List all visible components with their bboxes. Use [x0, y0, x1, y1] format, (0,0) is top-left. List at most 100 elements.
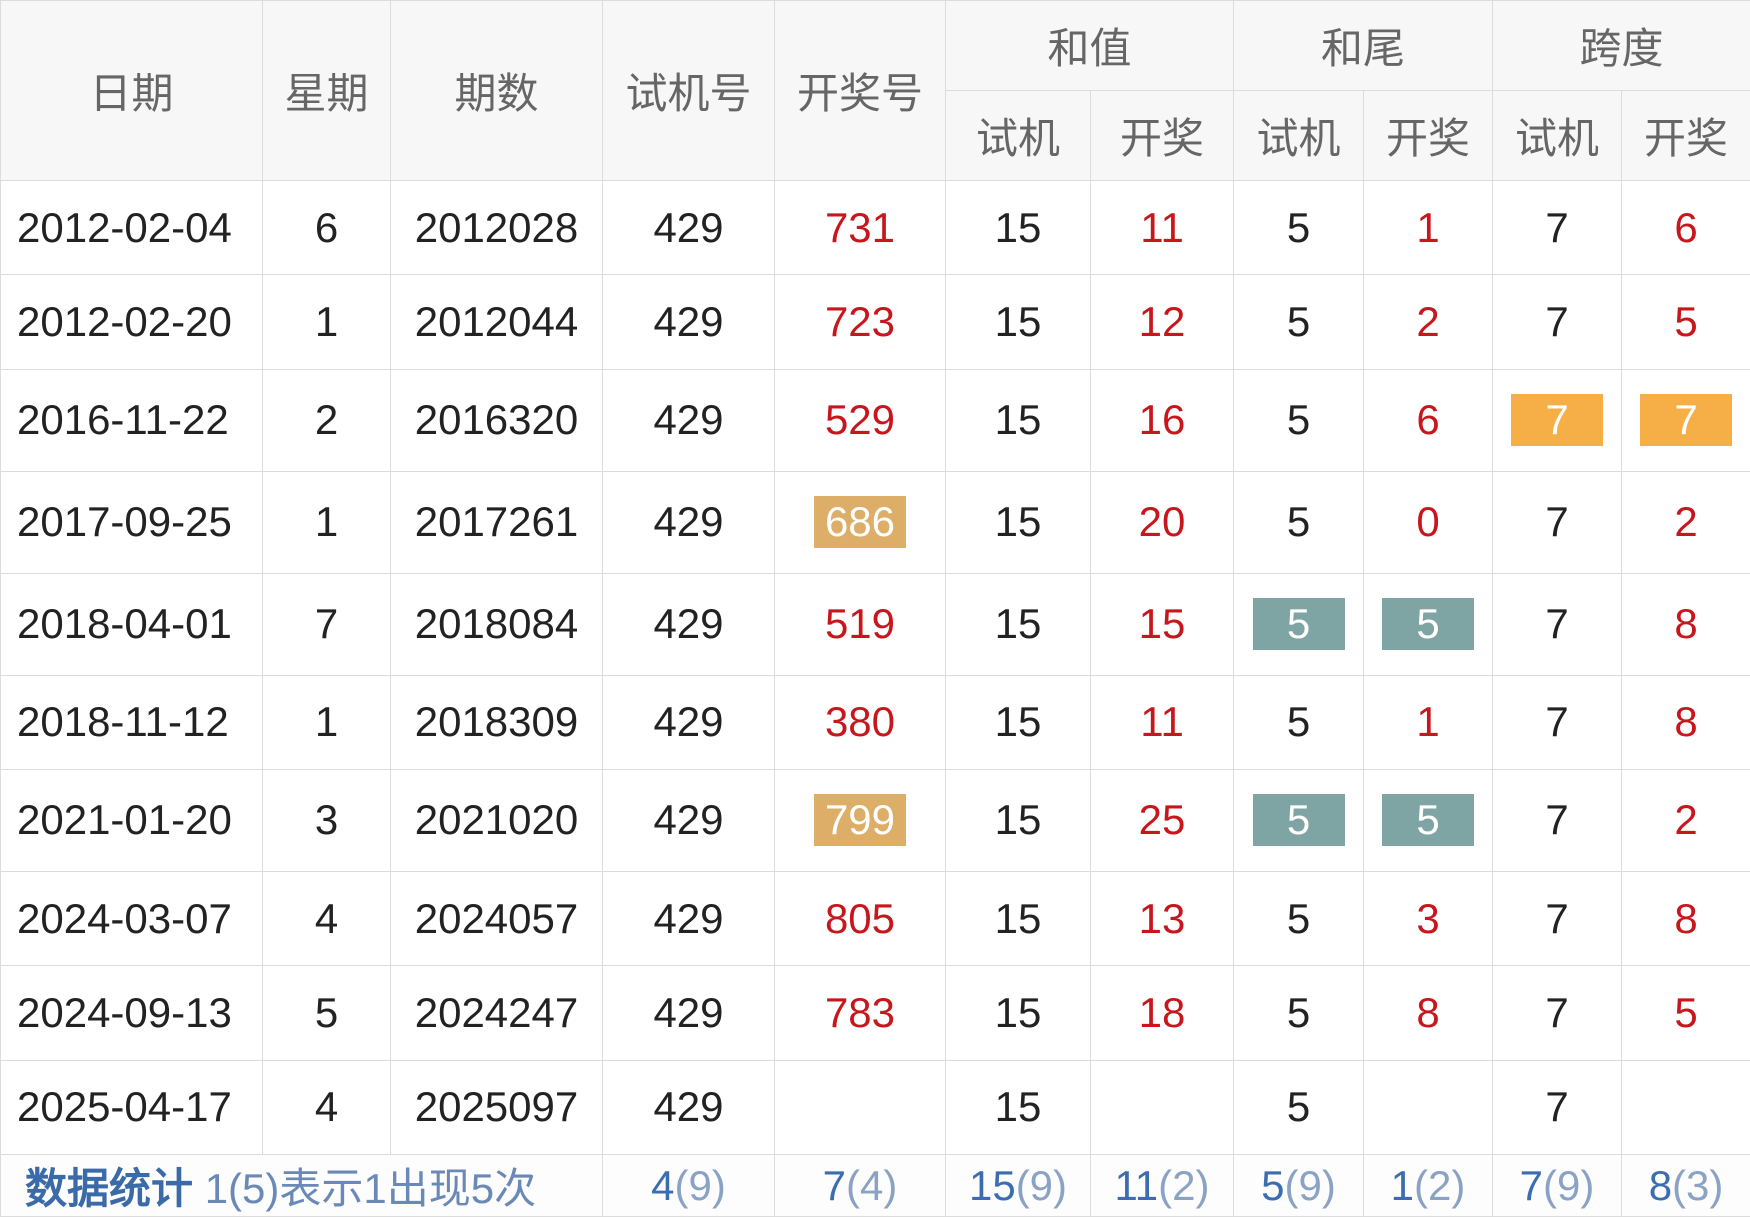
cell-period: 2016320 — [390, 368, 603, 472]
cell-weekday: 4 — [262, 870, 391, 967]
cell-span-trial: 7 — [1492, 965, 1623, 1061]
cell-sum-trial: 15 — [945, 274, 1091, 370]
header-period: 期数 — [390, 0, 603, 181]
cell-span-trial: 7 — [1492, 674, 1623, 770]
cell-trial: 429 — [602, 965, 775, 1061]
cell-sum-draw: 12 — [1089, 274, 1235, 370]
cell-weekday: 1 — [262, 470, 391, 574]
cell-weekday: 5 — [262, 965, 391, 1061]
stat-tail-trial: 5(9) — [1233, 1154, 1365, 1217]
highlight-badge: 7 — [1511, 394, 1604, 447]
cell-weekday: 1 — [262, 674, 391, 770]
cell-trial: 429 — [602, 368, 775, 472]
cell-tail-trial: 5 — [1233, 179, 1365, 276]
stats-label: 数据统计 1(5)表示1出现5次 — [0, 1154, 603, 1217]
stat-span-draw: 8(3) — [1621, 1154, 1750, 1217]
cell-weekday: 6 — [262, 179, 391, 276]
cell-tail-draw: 5 — [1363, 572, 1494, 676]
cell-draw — [774, 1059, 946, 1156]
cell-weekday: 7 — [262, 572, 391, 676]
cell-sum-trial: 15 — [945, 965, 1091, 1061]
cell-sum-draw: 13 — [1089, 870, 1235, 967]
cell-draw: 783 — [774, 965, 946, 1061]
cell-tail-draw: 3 — [1363, 870, 1494, 967]
cell-trial: 429 — [602, 274, 775, 370]
subheader-span-draw: 开奖 — [1621, 90, 1750, 181]
cell-date: 2025-04-17 — [0, 1059, 263, 1156]
cell-date: 2016-11-22 — [0, 368, 263, 472]
subheader-tail-trial: 试机 — [1233, 90, 1365, 181]
highlight-badge: 799 — [814, 794, 906, 847]
highlight-badge: 5 — [1252, 794, 1345, 847]
cell-tail-trial: 5 — [1233, 274, 1365, 370]
cell-period: 2024247 — [390, 965, 603, 1061]
highlight-badge: 7 — [1640, 394, 1733, 447]
cell-sum-trial: 15 — [945, 368, 1091, 472]
cell-sum-draw: 11 — [1089, 179, 1235, 276]
cell-tail-trial: 5 — [1233, 870, 1365, 967]
cell-date: 2018-11-12 — [0, 674, 263, 770]
cell-span-draw: 6 — [1621, 179, 1750, 276]
table-header: 日期 星期 期数 试机号 开奖号 和值 和尾 跨度 试机 开奖 试机 开奖 试机… — [0, 0, 1750, 181]
cell-weekday: 1 — [262, 274, 391, 370]
header-date: 日期 — [0, 0, 263, 181]
cell-date: 2012-02-04 — [0, 179, 263, 276]
cell-sum-draw: 20 — [1089, 470, 1235, 574]
cell-span-trial: 7 — [1492, 572, 1623, 676]
cell-tail-draw: 1 — [1363, 674, 1494, 770]
lottery-history-table: 日期 星期 期数 试机号 开奖号 和值 和尾 跨度 试机 开奖 试机 开奖 试机… — [0, 0, 1750, 1217]
cell-draw: 529 — [774, 368, 946, 472]
cell-span-trial: 7 — [1492, 179, 1623, 276]
cell-span-trial: 7 — [1492, 274, 1623, 370]
cell-sum-trial: 15 — [945, 470, 1091, 574]
cell-trial: 429 — [602, 179, 775, 276]
cell-period: 2018084 — [390, 572, 603, 676]
cell-sum-trial: 15 — [945, 768, 1091, 873]
cell-sum-draw — [1089, 1059, 1235, 1156]
cell-span-draw: 2 — [1621, 470, 1750, 574]
highlight-badge: 5 — [1382, 794, 1475, 847]
highlight-badge: 5 — [1382, 598, 1475, 651]
cell-date: 2018-04-01 — [0, 572, 263, 676]
cell-trial: 429 — [602, 1059, 775, 1156]
cell-tail-trial: 5 — [1233, 965, 1365, 1061]
cell-date: 2021-01-20 — [0, 768, 263, 873]
stat-sum-draw: 11(2) — [1089, 1154, 1235, 1217]
cell-date: 2024-09-13 — [0, 965, 263, 1061]
cell-period: 2012044 — [390, 274, 603, 370]
cell-span-trial: 7 — [1492, 1059, 1623, 1156]
stats-footer: 数据统计 1(5)表示1出现5次 4(9) 7(4) 15(9) 11(2) 5… — [0, 1154, 1750, 1217]
cell-tail-draw: 2 — [1363, 274, 1494, 370]
cell-sum-draw: 11 — [1089, 674, 1235, 770]
header-weekday: 星期 — [262, 0, 391, 181]
header-draw-number: 开奖号 — [774, 0, 946, 181]
stat-sum-trial: 15(9) — [945, 1154, 1091, 1217]
cell-tail-draw: 0 — [1363, 470, 1494, 574]
stat-span-trial: 7(9) — [1492, 1154, 1623, 1217]
cell-trial: 429 — [602, 572, 775, 676]
cell-span-draw — [1621, 1059, 1750, 1156]
cell-tail-draw: 8 — [1363, 965, 1494, 1061]
cell-span-draw: 8 — [1621, 870, 1750, 967]
cell-span-trial: 7 — [1492, 870, 1623, 967]
cell-span-draw: 5 — [1621, 274, 1750, 370]
stat-tail-draw: 1(2) — [1363, 1154, 1494, 1217]
cell-draw: 799 — [774, 768, 946, 873]
cell-span-draw: 5 — [1621, 965, 1750, 1061]
cell-sum-trial: 15 — [945, 572, 1091, 676]
cell-draw: 380 — [774, 674, 946, 770]
cell-draw: 723 — [774, 274, 946, 370]
cell-date: 2017-09-25 — [0, 470, 263, 574]
cell-period: 2017261 — [390, 470, 603, 574]
cell-tail-trial: 5 — [1233, 768, 1365, 873]
cell-tail-trial: 5 — [1233, 1059, 1365, 1156]
cell-sum-trial: 15 — [945, 674, 1091, 770]
cell-span-trial: 7 — [1492, 768, 1623, 873]
cell-date: 2012-02-20 — [0, 274, 263, 370]
cell-sum-draw: 18 — [1089, 965, 1235, 1061]
cell-period: 2021020 — [390, 768, 603, 873]
cell-trial: 429 — [602, 870, 775, 967]
cell-date: 2024-03-07 — [0, 870, 263, 967]
stats-note: 1(5)表示1出现5次 — [204, 1165, 537, 1212]
cell-tail-trial: 5 — [1233, 368, 1365, 472]
